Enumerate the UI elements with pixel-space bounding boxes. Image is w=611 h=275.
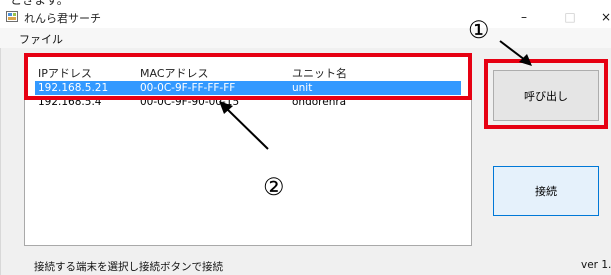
arrow-1-icon bbox=[499, 40, 532, 66]
close-button[interactable]: × bbox=[591, 8, 611, 26]
status-message: 接続する端末を選択し接続ボタンで接続 bbox=[34, 261, 223, 273]
annotation-box-list bbox=[24, 53, 472, 100]
annotation-marker-2: ② bbox=[263, 173, 285, 201]
app-icon bbox=[6, 11, 18, 22]
minimize-button[interactable]: – bbox=[509, 8, 539, 26]
connect-button[interactable]: 接続 bbox=[493, 166, 599, 216]
window-title: れんら君サーチ bbox=[24, 12, 101, 25]
arrow-2-icon bbox=[219, 101, 269, 150]
annotation-marker-1: ① bbox=[468, 16, 490, 44]
menu-file[interactable]: ファイル bbox=[19, 31, 63, 47]
maximize-button[interactable]: □ bbox=[555, 8, 585, 26]
version-label: ver 1.0 bbox=[581, 259, 611, 271]
